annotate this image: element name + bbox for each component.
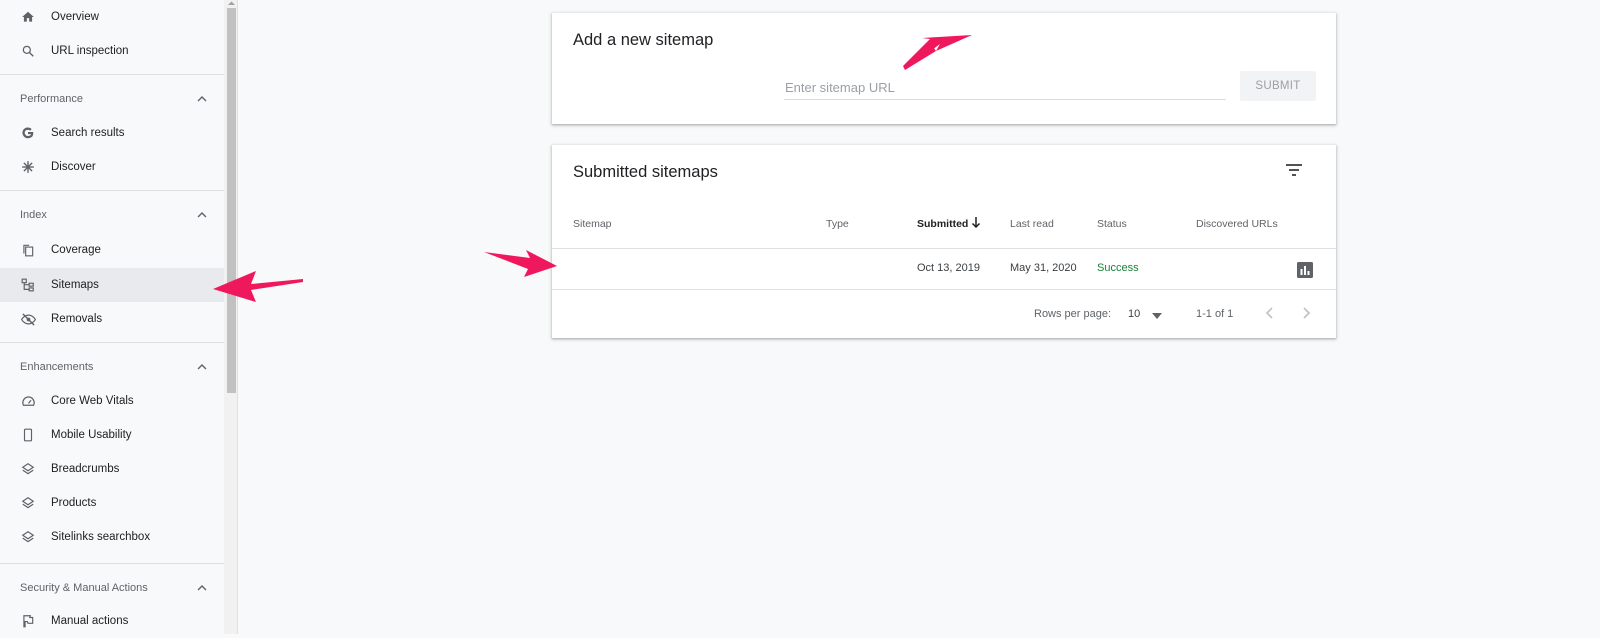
annotation-arrows xyxy=(213,35,972,302)
annotation-arrow-row xyxy=(484,250,557,277)
annotation-arrow-sitemaps xyxy=(213,271,303,302)
